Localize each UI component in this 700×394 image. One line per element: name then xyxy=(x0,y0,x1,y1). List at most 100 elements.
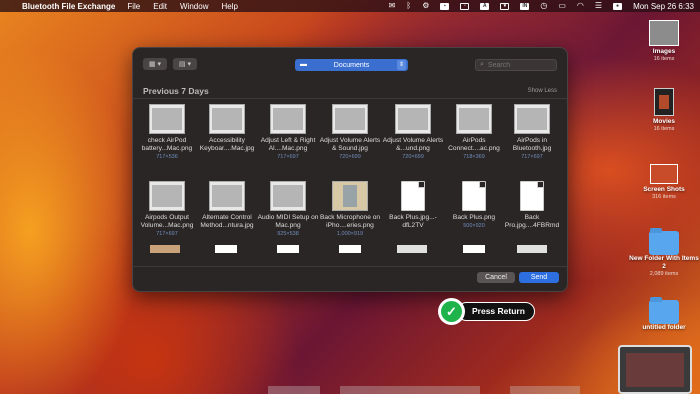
folder-selector[interactable]: ▬ Documents ⇕ xyxy=(295,59,408,71)
image-stack-icon xyxy=(649,20,679,46)
desktop-item-screen-shots[interactable]: Screen Shots 316 items xyxy=(629,164,699,201)
desktop-item-untitled-folder[interactable]: untitled folder xyxy=(629,297,699,332)
group-view-button[interactable]: ▤ ▾ xyxy=(173,58,197,70)
search-input[interactable] xyxy=(487,61,548,69)
file-item[interactable]: Back Plus.png 500×920 xyxy=(443,181,505,229)
file-name: Adjust Left & Right Al....Mac.png xyxy=(260,137,316,152)
file-name: Accessibility Keyboar....Mac.jpg xyxy=(199,137,255,152)
divider xyxy=(133,98,567,99)
file-thumbnail-partial[interactable] xyxy=(517,245,547,253)
file-thumbnail xyxy=(270,181,306,211)
file-name: Alternate Control Method...ntura.jpg xyxy=(200,214,254,229)
gear-icon[interactable]: ⚙ xyxy=(422,2,429,10)
file-thumbnail xyxy=(456,104,492,134)
file-thumbnail-partial[interactable] xyxy=(397,245,427,253)
wifi-icon[interactable]: ◠ xyxy=(577,2,584,10)
file-size: 717×697 xyxy=(521,154,543,160)
folder-icon xyxy=(649,297,679,324)
menu-clock[interactable]: Mon Sep 26 6:33 xyxy=(633,2,694,11)
file-item[interactable]: AirPods in Bluetooth.jpg 717×697 xyxy=(501,104,563,160)
file-size: 717×697 xyxy=(277,154,299,160)
file-thumbnail xyxy=(149,181,185,211)
app-name-menu[interactable]: Bluetooth File Exchange xyxy=(22,2,115,11)
file-item[interactable]: Adjust Left & Right Al....Mac.png 717×69… xyxy=(257,104,319,160)
cancel-button[interactable]: Cancel xyxy=(477,272,515,283)
document-icon xyxy=(520,181,544,211)
calendar-icon[interactable]: ▫ xyxy=(460,2,470,10)
file-thumbnail-partial[interactable] xyxy=(277,245,299,253)
file-size: 718×369 xyxy=(463,154,485,160)
send-button[interactable]: Send xyxy=(519,272,559,283)
document-icon xyxy=(401,181,425,211)
file-item[interactable]: Audio MIDI Setup on Mac.png 925×538 xyxy=(257,181,319,237)
keyboard-input-indicator[interactable]: IN xyxy=(520,2,530,10)
press-return-hint: ✓ Press Return xyxy=(438,298,535,325)
menu-help[interactable]: Help xyxy=(221,2,237,11)
search-field[interactable]: ⌕ xyxy=(475,59,557,71)
battery-icon[interactable]: ▭ xyxy=(558,2,566,10)
control-center-icon[interactable]: ☰ xyxy=(595,2,602,10)
file-item[interactable]: Alternate Control Method...ntura.jpg xyxy=(196,181,258,230)
file-item[interactable]: check AirPod battery...Mac.png 717×536 xyxy=(136,104,198,160)
chevron-updown-icon: ⇕ xyxy=(397,60,406,70)
desktop-item-label: Screen Shots xyxy=(643,186,685,193)
dialog-footer: Cancel Send xyxy=(133,266,567,291)
desktop-item-images[interactable]: Images 16 items xyxy=(629,20,699,63)
menu-bar: Bluetooth File Exchange File Edit Window… xyxy=(0,0,700,12)
text-icon[interactable]: A xyxy=(480,2,490,10)
file-thumbnail xyxy=(395,104,431,134)
file-thumbnail-partial[interactable] xyxy=(339,245,361,253)
desktop-item-new-folder-with-items-2[interactable]: New Folder With Items 2 2,089 items xyxy=(629,228,699,278)
file-item[interactable]: Back Microphone on iPho....eries.png 1,0… xyxy=(319,181,381,237)
icon-view-button[interactable]: ▦ ▾ xyxy=(143,58,167,70)
menu-file[interactable]: File xyxy=(127,2,140,11)
file-thumbnail-partial[interactable] xyxy=(215,245,237,253)
file-item[interactable]: Accessibility Keyboar....Mac.jpg xyxy=(196,104,258,153)
dock-edge xyxy=(268,386,320,394)
file-item[interactable]: Back Plus.jpg...-dfL2TV xyxy=(382,181,444,230)
menu-window[interactable]: Window xyxy=(180,2,208,11)
file-thumbnail xyxy=(209,181,245,211)
file-name: AirPods in Bluetooth.jpg xyxy=(512,137,552,152)
desktop-item-label: New Folder With Items 2 xyxy=(629,255,699,270)
file-name: Back Plus.png xyxy=(452,214,496,221)
dropbox-icon[interactable]: ▾ xyxy=(500,2,510,10)
desktop-item-label: untitled folder xyxy=(642,324,686,331)
file-item[interactable]: Adjust Volume Alerts &...und.png 720×699 xyxy=(382,104,444,160)
file-item[interactable]: Back Pro.jpg....4FBRmd xyxy=(501,181,563,230)
screenshot-preview-thumbnail[interactable] xyxy=(618,345,692,394)
file-grid: check AirPod battery...Mac.png 717×536 A… xyxy=(133,104,567,266)
file-thumbnail xyxy=(514,104,550,134)
menu-edit[interactable]: Edit xyxy=(153,2,167,11)
file-item[interactable]: Airpods Output Volume...Mac.png 717×697 xyxy=(136,181,198,237)
file-name: AirPods Connect....ac.png xyxy=(448,137,500,152)
dock-edge xyxy=(340,386,480,394)
file-item[interactable]: Adjust Volume Alerts & Sound.jpg 720×699 xyxy=(319,104,381,160)
desktop-item-label: Images xyxy=(652,48,676,55)
show-less-button[interactable]: Show Less xyxy=(528,88,557,94)
bluetooth-icon[interactable]: ᛒ xyxy=(406,2,411,10)
desktop-item-movies[interactable]: Movies 16 items xyxy=(629,88,699,133)
chevron-down-icon: ▾ xyxy=(157,61,162,68)
file-size: 720×699 xyxy=(339,154,361,160)
mail-icon[interactable]: ✉ xyxy=(389,2,396,10)
desktop-item-count: 16 items xyxy=(653,56,675,62)
press-return-label: Press Return xyxy=(457,302,535,321)
folder-selector-label: Documents xyxy=(333,61,370,69)
clock-icon[interactable]: ◷ xyxy=(540,2,547,10)
file-size: 925×538 xyxy=(277,231,299,237)
file-thumbnail-partial[interactable] xyxy=(150,245,180,253)
file-name: Back Pro.jpg....4FBRmd xyxy=(504,214,560,229)
menu-extra-icon[interactable]: ▪ xyxy=(440,2,450,10)
checkmark-icon: ✓ xyxy=(438,298,465,325)
siri-icon[interactable]: ● xyxy=(613,2,623,10)
file-item[interactable]: AirPods Connect....ac.png 718×369 xyxy=(443,104,505,160)
file-thumbnail-partial[interactable] xyxy=(463,245,485,253)
file-size: 1,000×919 xyxy=(336,231,364,237)
file-thumbnail xyxy=(209,104,245,134)
file-name: Adjust Volume Alerts &...und.png xyxy=(382,137,444,152)
file-name: Audio MIDI Setup on Mac.png xyxy=(257,214,319,229)
list-icon: ▤ xyxy=(178,61,186,68)
dock-edge xyxy=(510,386,580,394)
file-thumbnail xyxy=(332,104,368,134)
